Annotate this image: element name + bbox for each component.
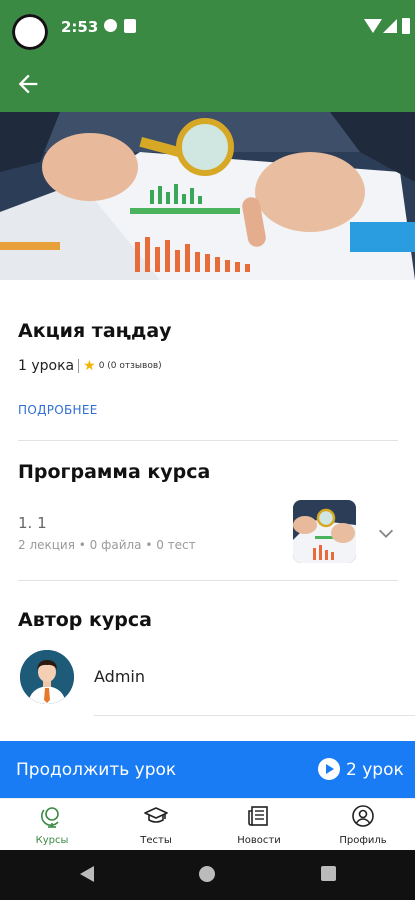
continue-lesson-label: Продолжить урок — [16, 760, 177, 780]
nav-item-courses[interactable]: Курсы — [12, 798, 92, 850]
nav-label: Тесты — [140, 835, 172, 846]
camera-cutout — [12, 14, 48, 50]
wifi-icon — [364, 19, 382, 33]
signal-icon — [383, 19, 397, 33]
lessons-count: 1 урока — [18, 358, 75, 374]
nav-label: Курсы — [35, 835, 69, 846]
status-time: 2:53 — [61, 18, 99, 36]
battery-icon — [402, 18, 410, 34]
chevron-down-icon[interactable] — [375, 522, 397, 544]
notification-icon — [104, 19, 117, 32]
author-name[interactable]: Admin — [94, 667, 145, 686]
program-heading: Программа курса — [18, 461, 211, 483]
nav-label: Новости — [237, 835, 281, 846]
continue-lesson-count: 2 урок — [346, 760, 404, 780]
system-home-icon[interactable] — [199, 866, 215, 882]
nav-label: Профиль — [339, 835, 387, 846]
nav-item-tests[interactable]: Тесты — [116, 798, 196, 850]
sd-card-icon — [124, 19, 136, 33]
nav-item-profile[interactable]: Профиль — [323, 798, 403, 850]
author-heading: Автор курса — [18, 609, 152, 631]
user-circle-icon — [352, 805, 374, 827]
back-arrow-icon[interactable] — [14, 70, 42, 98]
meta-separator — [78, 359, 80, 373]
course-rating: 0 (0 отзывов) — [98, 361, 162, 371]
lesson-details: 2 лекция • 0 файла • 0 тест — [18, 538, 196, 552]
system-recents-icon[interactable] — [321, 866, 336, 881]
divider — [94, 715, 415, 716]
graduation-cap-icon — [144, 807, 168, 823]
lesson-thumbnail[interactable] — [293, 500, 356, 563]
globe-icon — [41, 807, 59, 828]
course-hero-image — [0, 112, 415, 280]
newspaper-icon — [248, 806, 268, 826]
play-triangle — [326, 764, 334, 774]
app-bar — [0, 56, 415, 112]
system-back-icon[interactable] — [80, 866, 94, 882]
more-details-link[interactable]: ПОДРОБНЕЕ — [18, 403, 98, 417]
course-title: Акция таңдау — [18, 320, 172, 342]
course-meta: 1 урока ★ 0 (0 отзывов) — [18, 358, 162, 374]
divider — [18, 440, 398, 441]
author-avatar — [20, 650, 74, 704]
nav-item-news[interactable]: Новости — [219, 798, 299, 850]
divider — [18, 580, 398, 581]
star-icon: ★ — [83, 358, 96, 374]
lesson-number[interactable]: 1. 1 — [18, 514, 47, 532]
